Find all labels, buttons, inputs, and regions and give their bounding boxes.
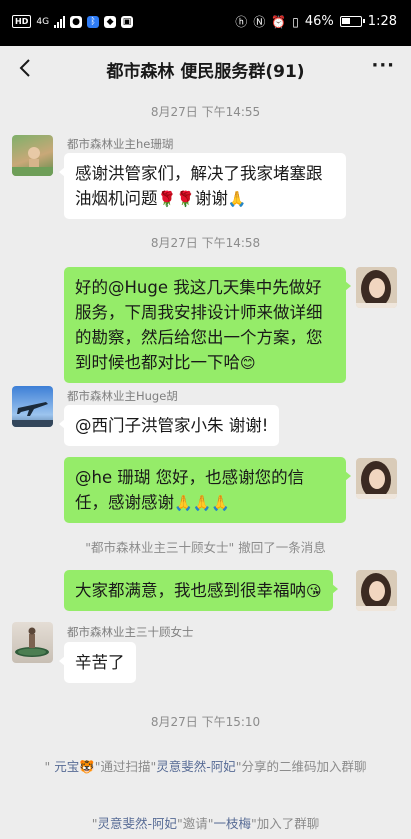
battery-icon bbox=[339, 16, 365, 27]
message-text: 好的@Huge 我这几天集中先做好服务，下周我安排设计师来做详细的勘察，然后给您… bbox=[75, 278, 323, 372]
message-text: @西门子洪管家小朱 谢谢! bbox=[75, 416, 269, 435]
quote-mark: " bbox=[44, 759, 55, 774]
notice-text: "分享的二维码加入群聊 bbox=[235, 759, 367, 774]
system-notice: " 元宝🐯"通过扫描"灵意斐然-阿妃"分享的二维码加入群聊 bbox=[40, 757, 371, 776]
member-name-link[interactable]: 一枝梅 bbox=[214, 816, 252, 831]
message-text: 辛苦了 bbox=[75, 653, 125, 672]
vibrate-icon: ▯ bbox=[292, 14, 299, 29]
alarm-icon: ⏰ bbox=[271, 14, 287, 29]
message-bubble[interactable]: 大家都满意，我也感到很幸福呐😘 bbox=[64, 570, 338, 611]
notice-text: "加入了群聊 bbox=[251, 816, 320, 831]
message-bubble[interactable]: @西门子洪管家小朱 谢谢! bbox=[58, 405, 280, 446]
recall-notice: "都市森林业主三十顾女士" 撤回了一条消息 bbox=[85, 540, 326, 555]
network-type: 4G bbox=[36, 16, 50, 27]
more-options-button[interactable]: ··· bbox=[371, 55, 395, 76]
rose-emoji: 🌹🌹 bbox=[157, 190, 195, 208]
avatar[interactable] bbox=[356, 570, 397, 611]
notice-text: "邀请" bbox=[177, 816, 214, 831]
back-button[interactable] bbox=[14, 56, 38, 80]
message-bubble[interactable]: 辛苦了 bbox=[59, 642, 136, 683]
status-bar: HD 4G ● ᛒ ◆ ▣ ⓗ Ⓝ ⏰ ▯ 46% 1:28 bbox=[0, 0, 411, 46]
hd-call-icon: ⓗ bbox=[235, 15, 248, 29]
message-bubble[interactable]: 感谢洪管家们，解决了我家堵塞跟油烟机问题🌹🌹谢谢🙏 bbox=[59, 153, 346, 219]
shopping-cart-icon: ▣ bbox=[121, 15, 134, 28]
clock: 1:28 bbox=[367, 14, 397, 29]
battery-level bbox=[341, 18, 350, 24]
timestamp: 8月27日 下午14:58 bbox=[150, 236, 261, 250]
avatar-photo-icon bbox=[356, 461, 397, 499]
avatar[interactable] bbox=[356, 458, 397, 499]
smile-emoji: 😊 bbox=[240, 354, 256, 372]
hd-badge: HD bbox=[12, 15, 32, 28]
battery-percent: 46% bbox=[304, 14, 334, 29]
chat-title: 都市森林 便民服务群(91) bbox=[106, 62, 305, 82]
status-bar-right: ⓗ Ⓝ ⏰ ▯ 46% 1:28 bbox=[235, 13, 397, 30]
chat-bubble-icon: ● bbox=[70, 15, 83, 28]
signal-icon bbox=[54, 15, 66, 28]
system-notice: "灵意斐然-阿妃"邀请"一枝梅"加入了群聊 bbox=[40, 814, 371, 833]
message-text-tail: 谢谢 bbox=[194, 189, 228, 208]
message-text: 大家都满意，我也感到很幸福呐 bbox=[75, 581, 306, 600]
member-name-link[interactable]: 灵意斐然-阿妃 bbox=[97, 816, 177, 831]
avatar-photo-icon bbox=[356, 270, 397, 308]
timestamp: 8月27日 下午14:55 bbox=[150, 105, 261, 119]
avatar-photo-icon bbox=[12, 147, 53, 176]
chevron-left-icon bbox=[19, 59, 30, 77]
sender-name: 都市森林业主三十顾女士 bbox=[67, 625, 194, 639]
pray-emoji: 🙏🙏🙏 bbox=[174, 494, 231, 512]
pray-emoji: 🙏 bbox=[227, 190, 247, 208]
avatar[interactable] bbox=[356, 267, 397, 308]
sender-name: 都市森林业主Huge胡 bbox=[67, 389, 178, 403]
avatar[interactable] bbox=[12, 386, 53, 427]
avatar[interactable] bbox=[12, 135, 53, 176]
member-name-link[interactable]: 元宝 bbox=[54, 759, 79, 774]
nfc-icon: Ⓝ bbox=[253, 15, 266, 29]
chat-header: 都市森林 便民服务群(91) ··· bbox=[0, 46, 411, 90]
timestamp: 8月27日 下午15:10 bbox=[150, 715, 261, 729]
trampoline-photo-icon bbox=[15, 627, 49, 657]
kiss-emoji: 😘 bbox=[306, 582, 322, 600]
airplane-icon bbox=[12, 402, 53, 427]
sender-name: 都市森林业主he珊瑚 bbox=[67, 137, 174, 151]
message-bubble[interactable]: 好的@Huge 我这几天集中先做好服务，下周我安排设计师来做详细的勘察，然后给您… bbox=[64, 267, 351, 383]
shield-icon: ◆ bbox=[104, 15, 117, 28]
notice-text: "通过扫描" bbox=[94, 759, 157, 774]
tiger-emoji: 🐯 bbox=[79, 759, 95, 774]
bluetooth-ble-icon: ᛒ bbox=[87, 15, 100, 28]
status-bar-left: HD 4G ● ᛒ ◆ ▣ bbox=[12, 15, 134, 28]
avatar[interactable] bbox=[12, 622, 53, 663]
member-name-link[interactable]: 灵意斐然-阿妃 bbox=[156, 759, 236, 774]
message-bubble[interactable]: @he 珊瑚 您好，也感谢您的信任，感谢感谢🙏🙏🙏 bbox=[64, 457, 351, 523]
avatar-photo-icon bbox=[356, 573, 397, 611]
